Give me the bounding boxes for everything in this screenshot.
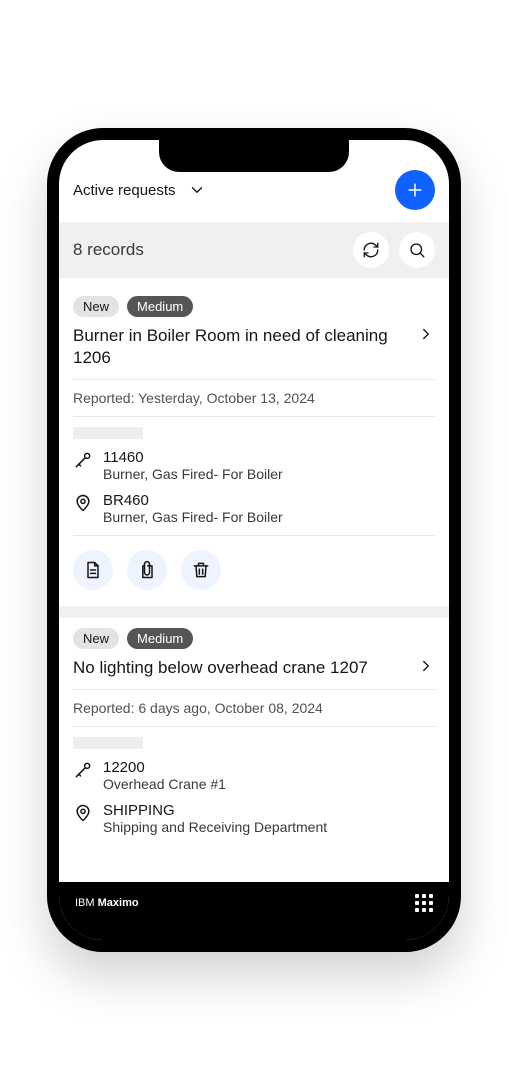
badge-row: New Medium — [73, 628, 435, 649]
location-icon — [73, 803, 93, 823]
attachment-button[interactable] — [127, 550, 167, 590]
title-dropdown[interactable] — [188, 181, 383, 199]
asset-row: 12200 Overhead Crane #1 — [73, 759, 435, 792]
records-count: 8 records — [73, 240, 343, 260]
document-icon — [83, 560, 103, 580]
chevron-down-icon — [188, 181, 206, 199]
add-request-button[interactable] — [395, 170, 435, 210]
asset-desc: Overhead Crane #1 — [103, 776, 226, 792]
request-list: New Medium Burner in Boiler Room in need… — [59, 278, 449, 882]
brand-maximo: Maximo — [98, 897, 139, 909]
records-bar: 8 records — [59, 222, 449, 278]
divider — [73, 726, 435, 727]
location-desc: Burner, Gas Fired- For Boiler — [103, 509, 283, 525]
asset-row: 11460 Burner, Gas Fired- For Boiler — [73, 449, 435, 482]
status-badge: New — [73, 296, 119, 317]
title-row: No lighting below overhead crane 1207 — [73, 657, 435, 679]
location-row: BR460 Burner, Gas Fired- For Boiler — [73, 492, 435, 525]
document-button[interactable] — [73, 550, 113, 590]
priority-badge: Medium — [127, 296, 193, 317]
search-button[interactable] — [399, 232, 435, 268]
request-card[interactable]: New Medium No lighting below overhead cr… — [59, 618, 449, 851]
brand-ibm: IBM — [75, 897, 98, 909]
status-badge: New — [73, 628, 119, 649]
action-row — [73, 550, 435, 590]
location-id: BR460 — [103, 492, 283, 509]
divider — [73, 689, 435, 690]
placeholder-line — [73, 737, 143, 749]
asset-icon — [73, 450, 93, 470]
refresh-icon — [362, 241, 380, 259]
chevron-right-icon[interactable] — [417, 325, 435, 343]
app-screen: Active requests 8 records New Medium Bur… — [59, 140, 449, 940]
divider — [73, 379, 435, 380]
attachment-icon — [137, 560, 157, 580]
plus-icon — [405, 180, 425, 200]
asset-id: 12200 — [103, 759, 226, 776]
search-icon — [408, 241, 426, 259]
asset-id: 11460 — [103, 449, 283, 466]
page-title: Active requests — [73, 182, 176, 199]
reported-date: Reported: 6 days ago, October 08, 2024 — [73, 700, 435, 716]
refresh-button[interactable] — [353, 232, 389, 268]
divider — [73, 416, 435, 417]
location-row: SHIPPING Shipping and Receiving Departme… — [73, 802, 435, 835]
badge-row: New Medium — [73, 296, 435, 317]
trash-icon — [191, 560, 211, 580]
request-card[interactable]: New Medium Burner in Boiler Room in need… — [59, 286, 449, 606]
request-title: Burner in Boiler Room in need of cleanin… — [73, 325, 407, 369]
divider — [73, 535, 435, 536]
location-icon — [73, 493, 93, 513]
card-separator — [59, 606, 449, 618]
title-row: Burner in Boiler Room in need of cleanin… — [73, 325, 435, 369]
header-row: Active requests — [59, 140, 449, 222]
brand-label: IBM Maximo — [75, 897, 139, 909]
request-title: No lighting below overhead crane 1207 — [73, 657, 407, 679]
placeholder-line — [73, 427, 143, 439]
asset-icon — [73, 760, 93, 780]
app-footer: IBM Maximo — [59, 882, 449, 940]
chevron-right-icon[interactable] — [417, 657, 435, 675]
delete-button[interactable] — [181, 550, 221, 590]
reported-date: Reported: Yesterday, October 13, 2024 — [73, 390, 435, 406]
location-desc: Shipping and Receiving Department — [103, 819, 327, 835]
apps-button[interactable] — [415, 894, 433, 912]
priority-badge: Medium — [127, 628, 193, 649]
location-id: SHIPPING — [103, 802, 327, 819]
phone-frame: Active requests 8 records New Medium Bur… — [47, 128, 461, 952]
asset-desc: Burner, Gas Fired- For Boiler — [103, 466, 283, 482]
